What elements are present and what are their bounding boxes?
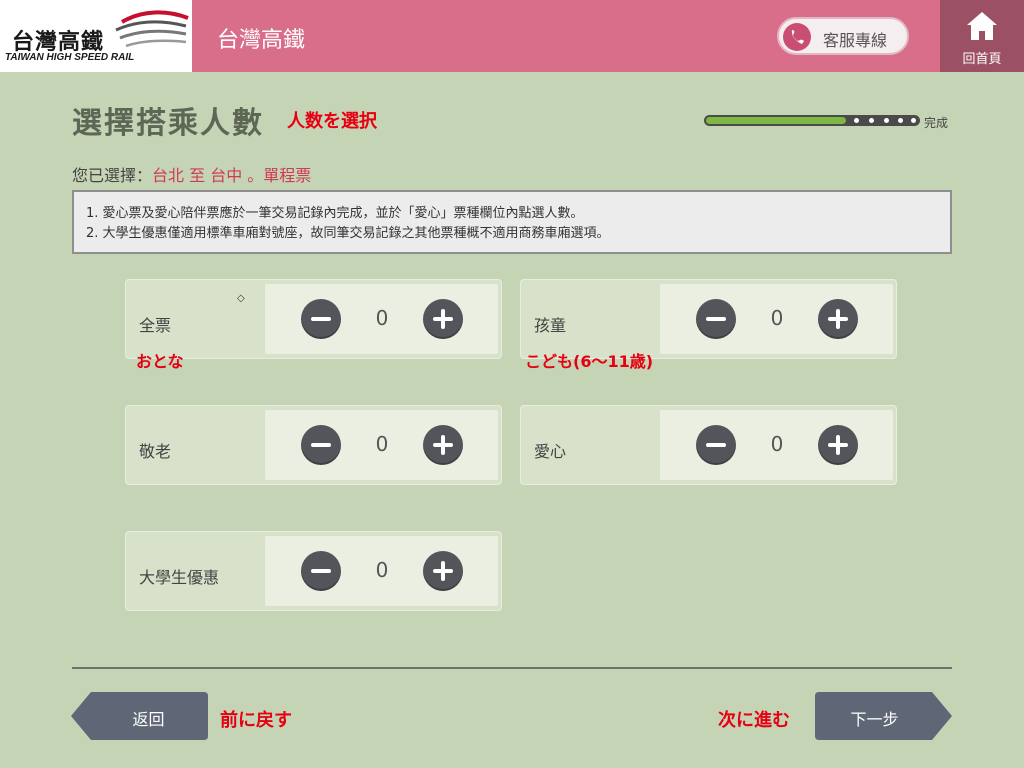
back-button[interactable]: 返回 — [71, 692, 208, 740]
ticket-label: 大學生優惠 — [139, 568, 220, 587]
decrement-button[interactable] — [696, 425, 736, 465]
home-button[interactable]: 回首頁 — [940, 0, 1024, 72]
ticket-panel-senior: 敬老 0 — [125, 405, 502, 485]
ticket-label: 孩童 — [534, 316, 567, 335]
next-button[interactable]: 下一步 — [815, 692, 952, 740]
progress-step-dot — [898, 118, 903, 123]
logo-text-en: TAIWAN HIGH SPEED RAIL — [5, 52, 135, 63]
progress-bar — [704, 115, 920, 126]
ticket-label: 敬老 — [139, 442, 172, 461]
decrement-button[interactable] — [301, 425, 341, 465]
home-label: 回首頁 — [962, 52, 1002, 67]
minus-icon — [311, 317, 331, 321]
phone-icon — [783, 23, 811, 51]
ticket-count: 0 — [375, 432, 389, 456]
ticket-counter: 0 — [265, 284, 498, 354]
increment-button[interactable] — [818, 425, 858, 465]
notice-box: 1. 愛心票及愛心陪伴票應於一筆交易記錄內完成，並於「愛心」票種欄位內點選人數。… — [72, 190, 952, 254]
ticket-counter: 0 — [660, 410, 893, 480]
ticket-note-jp: こども(6～11歳) — [525, 352, 654, 371]
thsr-logo[interactable]: 台灣高鐵 TAIWAN HIGH SPEED RAIL — [0, 0, 192, 72]
ticket-counter: 0 — [660, 284, 893, 354]
ticket-counter: 0 — [265, 410, 498, 480]
home-icon — [967, 12, 997, 40]
divider — [72, 667, 952, 669]
ticket-panel-child: 孩童 0 — [520, 279, 897, 359]
ticket-count: 0 — [375, 558, 389, 582]
ticket-count: 0 — [770, 432, 784, 456]
ticket-panel-adult: 全票 ◇ 0 — [125, 279, 502, 359]
ticket-count: 0 — [770, 306, 784, 330]
next-note-jp: 次に進む — [718, 710, 790, 731]
logo-wave-icon — [115, 10, 189, 48]
hotline-button[interactable]: 客服專線 — [777, 17, 909, 55]
progress-step-dot — [854, 118, 859, 123]
increment-button[interactable] — [423, 425, 463, 465]
selection-prefix: 您已選擇： — [72, 166, 153, 185]
progress-label: 完成 — [924, 116, 949, 130]
progress-fill — [706, 117, 846, 124]
minus-icon — [311, 569, 331, 573]
header-bar: 台灣高鐵 TAIWAN HIGH SPEED RAIL 台灣高鐵 客服專線 回首… — [0, 0, 1024, 72]
ticket-panel-student: 大學生優惠 0 — [125, 531, 502, 611]
selection-value: 台北 至 台中 。單程票 — [152, 166, 312, 185]
minus-icon — [311, 443, 331, 447]
decrement-button[interactable] — [301, 551, 341, 591]
increment-button[interactable] — [818, 299, 858, 339]
notice-line: 2. 大學生優惠僅適用標準車廂對號座，故同筆交易記錄之其他票種概不適用商務車廂選… — [86, 226, 610, 241]
back-note-jp: 前に戻す — [220, 710, 292, 731]
minus-icon — [706, 317, 726, 321]
page-title-jp: 人数を選択 — [287, 111, 377, 132]
progress-step-dot — [884, 118, 889, 123]
ticket-label: 全票 — [139, 316, 172, 335]
decrement-button[interactable] — [696, 299, 736, 339]
progress-step-dot — [869, 118, 874, 123]
back-label: 返回 — [132, 710, 165, 729]
ticket-panel-disabled: 愛心 0 — [520, 405, 897, 485]
ticket-count: 0 — [375, 306, 389, 330]
notice-line: 1. 愛心票及愛心陪伴票應於一筆交易記錄內完成，並於「愛心」票種欄位內點選人數。 — [86, 206, 584, 221]
next-label: 下一步 — [850, 710, 899, 729]
ticket-note-jp: おとな — [136, 352, 184, 371]
diamond-icon: ◇ — [237, 293, 245, 304]
increment-button[interactable] — [423, 551, 463, 591]
header-title: 台灣高鐵 — [217, 28, 306, 53]
minus-icon — [706, 443, 726, 447]
ticket-counter: 0 — [265, 536, 498, 606]
selection-summary: 您已選擇：台北 至 台中 。單程票 — [72, 162, 311, 186]
hotline-label: 客服專線 — [823, 31, 888, 50]
increment-button[interactable] — [423, 299, 463, 339]
decrement-button[interactable] — [301, 299, 341, 339]
ticket-label: 愛心 — [534, 442, 567, 461]
progress-step-dot — [911, 118, 916, 123]
page-title: 選擇搭乘人數 — [72, 106, 264, 141]
